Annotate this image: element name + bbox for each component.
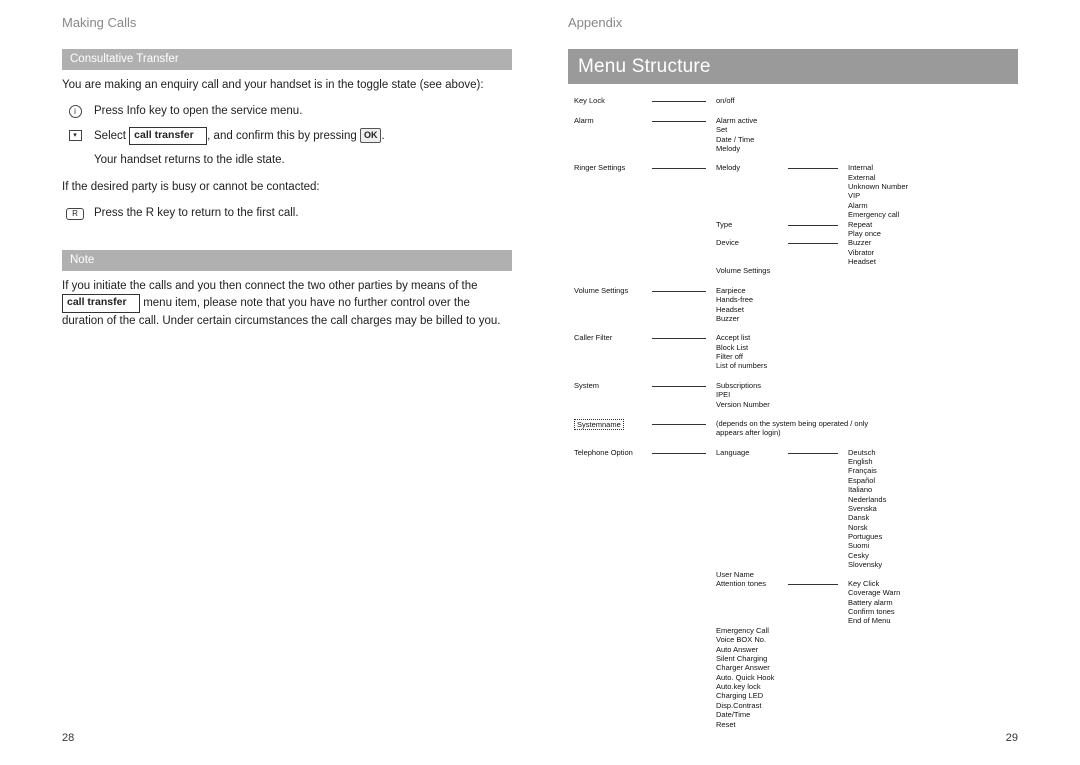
tree-leaf: Norsk bbox=[848, 523, 886, 532]
busy-intro: If the desired party is busy or cannot b… bbox=[62, 179, 512, 196]
menu-structure-heading: Menu Structure bbox=[568, 49, 1018, 85]
tree-leaf: Voice BOX No. bbox=[716, 635, 788, 644]
tree-caller-filter: Caller Filter Accept list Block List Fil… bbox=[574, 333, 1018, 371]
menu-tree: Key Lock on/off Alarm Alarm active Set D… bbox=[568, 96, 1018, 729]
tree-leaf: Slovensky bbox=[848, 560, 886, 569]
tree-leaf: Auto. Quick Hook bbox=[716, 673, 788, 682]
tree-alarm: Alarm Alarm active Set Date / Time Melod… bbox=[574, 116, 1018, 154]
tree-leaf: Español bbox=[848, 476, 886, 485]
tree-leaf: Portugues bbox=[848, 532, 886, 541]
tree-leaf: Confirm tones bbox=[848, 607, 900, 616]
ok-key-icon: OK bbox=[360, 128, 382, 143]
tree-leaf: English bbox=[848, 457, 886, 466]
call-transfer-box: call transfer bbox=[129, 127, 207, 145]
tree-leaf: Silent Charging bbox=[716, 654, 788, 663]
left-page: Making Calls Consultative Transfer You a… bbox=[0, 0, 540, 765]
select-key-icon: ▾ bbox=[66, 129, 84, 143]
tree-system: System Subscriptions IPEI Version Number bbox=[574, 381, 1018, 409]
info-key-icon: i bbox=[66, 105, 84, 119]
tree-leaf: Dansk bbox=[848, 513, 886, 522]
step-select-call-transfer: ▾ Select call transfer, and confirm this… bbox=[62, 127, 512, 145]
tree-leaf: Nederlands bbox=[848, 495, 886, 504]
tree-leaf: Deutsch bbox=[848, 448, 886, 457]
tree-keylock: Key Lock on/off bbox=[574, 96, 1018, 105]
tree-leaf: Emergency Call bbox=[716, 626, 788, 635]
tree-leaf: Charger Answer bbox=[716, 663, 788, 672]
note-heading: Note bbox=[62, 250, 512, 271]
tree-leaf: Cesky bbox=[848, 551, 886, 560]
tree-systemname: Systemname (depends on the system being … bbox=[574, 419, 1018, 438]
consultative-transfer-heading: Consultative Transfer bbox=[62, 49, 512, 70]
intro-text: You are making an enquiry call and your … bbox=[62, 77, 512, 94]
page-number: 28 bbox=[62, 731, 74, 747]
step-text: Select call transfer, and confirm this b… bbox=[94, 127, 385, 145]
step-text: Press Info key to open the service menu. bbox=[94, 103, 302, 120]
tree-leaf: Italiano bbox=[848, 485, 886, 494]
tree-leaf: Date/Time bbox=[716, 710, 788, 719]
call-transfer-box: call transfer bbox=[62, 294, 140, 312]
step-r-key: R Press the R key to return to the first… bbox=[62, 205, 512, 222]
tree-leaf: End of Menu bbox=[848, 616, 900, 625]
tree-leaf: Key Click bbox=[848, 579, 900, 588]
right-page: Appendix Menu Structure Key Lock on/off … bbox=[540, 0, 1080, 765]
tree-leaf: Français bbox=[848, 466, 886, 475]
tree-leaf: Battery alarm bbox=[848, 598, 900, 607]
page-number: 29 bbox=[1006, 731, 1018, 747]
tree-leaf: Suomi bbox=[848, 541, 886, 550]
note-text: If you initiate the calls and you then c… bbox=[62, 278, 512, 330]
tree-leaf: Coverage Warn bbox=[848, 588, 900, 597]
tree-leaf: Auto Answer bbox=[716, 645, 788, 654]
tree-telephone-option: Telephone Option Language DeutschEnglish… bbox=[574, 448, 1018, 729]
page-section-heading: Making Calls bbox=[62, 14, 512, 33]
tree-leaf: Disp.Contrast bbox=[716, 701, 788, 710]
r-key-icon: R bbox=[66, 207, 84, 221]
tree-ringer: Ringer Settings Melody Internal External… bbox=[574, 163, 1018, 276]
tree-leaf: Auto.key lock bbox=[716, 682, 788, 691]
tree-leaf: Charging LED bbox=[716, 691, 788, 700]
tree-leaf: Svenska bbox=[848, 504, 886, 513]
tree-volume: Volume Settings Earpiece Hands-free Head… bbox=[574, 286, 1018, 324]
step-return-idle: Your handset returns to the idle state. bbox=[62, 152, 512, 169]
step-open-service-menu: i Press Info key to open the service men… bbox=[62, 103, 512, 120]
tree-leaf: Reset bbox=[716, 720, 788, 729]
step-text: Press the R key to return to the first c… bbox=[94, 205, 299, 222]
page-section-heading: Appendix bbox=[568, 14, 1018, 33]
